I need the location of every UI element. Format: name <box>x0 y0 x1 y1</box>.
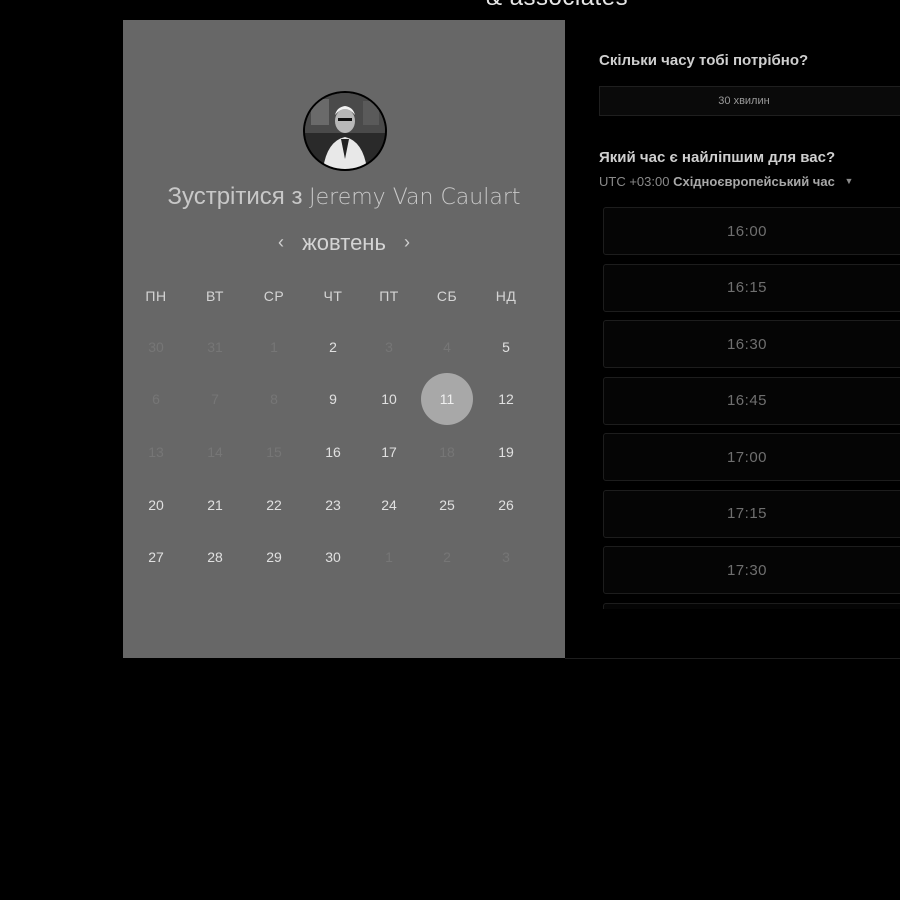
calendar-day: 2 <box>443 549 451 565</box>
calendar-day: 1 <box>270 339 278 355</box>
calendar-day[interactable]: 2 <box>307 321 359 373</box>
calendar-day: 4 <box>443 339 451 355</box>
weekday-label: ВТ <box>206 288 224 304</box>
calendar-day: 7 <box>211 391 219 407</box>
month-label: жовтень <box>302 230 386 255</box>
weekday-label: СР <box>263 288 285 304</box>
calendar-day: 3 <box>502 549 510 565</box>
timezone-select[interactable]: UTC +03:00 Східноєвропейський час ▼ <box>599 174 853 189</box>
timezone-offset: UTC +03:00 <box>599 174 670 189</box>
weekday-label: НД <box>495 288 517 304</box>
calendar-day: 13 <box>148 444 164 460</box>
calendar-day[interactable]: 25 <box>421 479 473 531</box>
calendar-day[interactable]: 16 <box>307 426 359 478</box>
calendar-day[interactable]: 30 <box>307 531 359 583</box>
calendar-day: 18 <box>439 444 455 460</box>
meeting-title-prefix: Зустрітися з <box>167 183 303 210</box>
host-photo <box>305 93 385 169</box>
calendar-day[interactable]: 28 <box>189 531 241 583</box>
chevron-right-icon[interactable]: › <box>392 232 422 253</box>
weekday-label: ЧТ <box>323 288 343 304</box>
duration-value: 30 хвилин <box>718 95 770 107</box>
calendar-day[interactable]: 19 <box>480 426 532 478</box>
calendar-panel: Зустрітися з Jeremy Van Caulart ‹ жовтен… <box>123 20 565 658</box>
calendar-day[interactable]: 10 <box>363 373 415 425</box>
time-slot-button[interactable]: 16:15 <box>603 263 900 312</box>
calendar-day[interactable]: 29 <box>248 531 300 583</box>
time-question: Який час є найліпшим для вас? <box>599 149 836 166</box>
calendar-day: 3 <box>385 339 393 355</box>
time-slot-list[interactable]: 16:00 16:15 16:30 16:45 17:00 17:15 17:30 <box>603 207 900 609</box>
calendar-day: 15 <box>266 444 282 460</box>
host-avatar <box>303 91 387 171</box>
caret-down-icon: ▼ <box>844 176 854 186</box>
calendar-day: 30 <box>148 339 164 355</box>
calendar-day[interactable]: 24 <box>363 479 415 531</box>
calendar-day: 6 <box>152 391 160 407</box>
time-slot-button[interactable]: 17:00 <box>603 433 900 481</box>
calendar-day[interactable]: 12 <box>480 373 532 425</box>
calendar-day: 8 <box>270 391 278 407</box>
time-selection-panel: Скільки часу тобі потрібно? 30 хвилин Як… <box>565 20 900 659</box>
time-slot-button[interactable]: 16:00 <box>603 207 900 255</box>
host-name: Jeremy Van Caulart <box>309 185 521 210</box>
calendar-day[interactable]: 17 <box>363 426 415 478</box>
weekday-label: ПТ <box>379 288 399 304</box>
calendar-day-selected[interactable]: 11 <box>421 373 473 425</box>
calendar-day: 14 <box>207 444 223 460</box>
calendar-day[interactable]: 9 <box>307 373 359 425</box>
meeting-title: Зустрітися з Jeremy Van Caulart <box>123 183 565 211</box>
calendar-day[interactable]: 23 <box>307 479 359 531</box>
month-navigation: ‹ жовтень › <box>123 230 565 256</box>
duration-select[interactable]: 30 хвилин <box>599 86 900 116</box>
time-slot-button[interactable]: 17:30 <box>603 546 900 594</box>
time-slot-button-partial[interactable] <box>603 602 900 609</box>
time-slot-button[interactable]: 17:15 <box>603 489 900 538</box>
chevron-left-icon[interactable]: ‹ <box>266 232 296 253</box>
calendar-day[interactable]: 20 <box>130 479 182 531</box>
weekday-label: СБ <box>436 288 458 304</box>
calendar-day: 31 <box>207 339 223 355</box>
duration-question: Скільки часу тобі потрібно? <box>599 52 809 69</box>
timezone-name: Східноєвропейський час <box>673 174 835 189</box>
calendar-day[interactable]: 26 <box>480 479 532 531</box>
time-slot-button[interactable]: 16:30 <box>603 320 900 368</box>
calendar-day: 1 <box>385 549 393 565</box>
calendar-day[interactable]: 22 <box>248 479 300 531</box>
brand-name-fragment: & associates <box>486 0 628 12</box>
time-slot-button[interactable]: 16:45 <box>603 376 900 425</box>
calendar-day[interactable]: 21 <box>189 479 241 531</box>
calendar-day[interactable]: 27 <box>130 531 182 583</box>
weekday-label: ПН <box>145 288 167 304</box>
calendar-day[interactable]: 5 <box>480 321 532 373</box>
